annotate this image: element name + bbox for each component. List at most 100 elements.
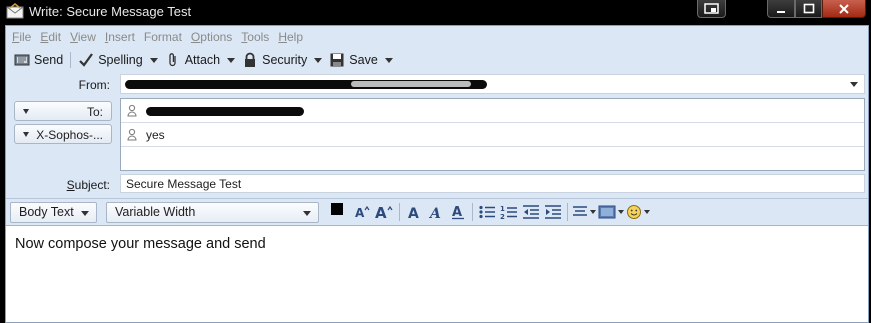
- indent-button[interactable]: [543, 201, 563, 223]
- save-icon: [330, 53, 344, 67]
- menu-insert[interactable]: Insert: [105, 30, 135, 44]
- person-icon: [127, 128, 137, 141]
- bold-icon: A: [408, 206, 419, 220]
- numbered-list-button[interactable]: 1 2: [499, 201, 519, 223]
- menu-format[interactable]: Format: [144, 30, 182, 44]
- redacted-sender-detail: [351, 81, 471, 87]
- extra-window-button[interactable]: [697, 0, 726, 18]
- compose-window: File Edit View Insert Format Options Too…: [5, 25, 869, 323]
- svg-text:2: 2: [500, 213, 505, 220]
- bullet-list-button[interactable]: [477, 201, 497, 223]
- compose-window-icon: [6, 3, 24, 19]
- redacted-recipient: [146, 107, 304, 116]
- recipient-row-empty[interactable]: [121, 147, 864, 171]
- text-color-button[interactable]: [329, 201, 351, 223]
- close-button[interactable]: [822, 0, 866, 18]
- chevron-down-icon: [384, 57, 393, 63]
- compose-toolbar: Send Spelling Attach Security Save: [6, 48, 868, 72]
- larger-text-button[interactable]: A: [375, 201, 395, 223]
- security-dropdown[interactable]: [311, 49, 325, 71]
- toolbar-separator: [70, 52, 72, 68]
- svg-text:A: A: [428, 206, 441, 220]
- svg-text:A: A: [408, 206, 419, 220]
- svg-text:A: A: [355, 206, 365, 220]
- recipient-row-custom[interactable]: yes: [121, 123, 864, 147]
- minimize-button[interactable]: [767, 0, 795, 18]
- svg-text:1: 1: [500, 205, 505, 213]
- smaller-text-button[interactable]: A: [353, 201, 373, 223]
- from-label: From:: [78, 78, 110, 92]
- svg-text:A: A: [452, 205, 462, 220]
- title-bar: Write: Secure Message Test: [0, 0, 871, 25]
- format-separator: [472, 203, 473, 221]
- underline-button[interactable]: A: [448, 201, 468, 223]
- chevron-down-icon: [23, 108, 29, 114]
- paperclip-icon: [169, 53, 176, 67]
- security-button[interactable]: Security: [238, 49, 311, 71]
- font-select[interactable]: Variable Width: [106, 201, 319, 223]
- format-toolbar: Body Text Variable Width A A A A A 1 2: [6, 198, 868, 225]
- person-icon: [127, 104, 137, 117]
- text-color-swatch: [331, 203, 343, 215]
- custom-header-type-select[interactable]: X-Sophos-...: [14, 124, 112, 144]
- lock-icon: [245, 52, 256, 67]
- outdent-icon: [523, 205, 539, 219]
- subject-label: Subject:: [66, 178, 110, 192]
- menu-tools[interactable]: Tools: [241, 30, 269, 44]
- chevron-down-icon: [644, 210, 650, 214]
- menu-file[interactable]: File: [12, 30, 31, 44]
- attach-button[interactable]: Attach: [161, 49, 224, 71]
- indent-icon: [545, 205, 561, 219]
- custom-header-value: yes: [146, 128, 165, 142]
- align-icon: [573, 206, 587, 216]
- underline-icon: A: [452, 205, 464, 220]
- outdent-button[interactable]: [521, 201, 541, 223]
- italic-button[interactable]: A: [426, 201, 446, 223]
- checkmark-icon: [79, 53, 94, 67]
- chevron-down-icon: [227, 57, 236, 63]
- attach-dropdown[interactable]: [224, 49, 238, 71]
- to-type-select[interactable]: To:: [14, 101, 112, 121]
- close-icon: [839, 4, 849, 14]
- save-dropdown[interactable]: [382, 49, 396, 71]
- message-body-text: Now compose your message and send: [15, 236, 266, 252]
- font-larger-icon: A: [375, 204, 393, 220]
- maximize-button[interactable]: [795, 0, 822, 18]
- recipient-list: yes: [120, 98, 865, 171]
- message-body-editor[interactable]: Now compose your message and send: [6, 225, 868, 322]
- send-button[interactable]: Send: [10, 49, 67, 71]
- chevron-down-icon: [618, 210, 624, 214]
- bold-button[interactable]: A: [404, 201, 424, 223]
- bullet-list-icon: [479, 205, 495, 219]
- recipient-row-to[interactable]: [121, 99, 864, 123]
- menu-edit[interactable]: Edit: [40, 30, 61, 44]
- image-icon: [598, 205, 616, 219]
- spelling-button[interactable]: Spelling: [74, 49, 146, 71]
- numbered-list-icon: 1 2: [500, 205, 517, 220]
- save-button[interactable]: Save: [325, 49, 382, 71]
- chevron-down-icon: [81, 210, 89, 216]
- menu-help[interactable]: Help: [278, 30, 303, 44]
- insert-image-button[interactable]: [598, 201, 624, 223]
- paragraph-style-select[interactable]: Body Text: [10, 201, 97, 223]
- insert-smiley-button[interactable]: [626, 201, 650, 223]
- chevron-down-icon: [149, 57, 158, 63]
- chevron-down-icon: [23, 131, 29, 137]
- smiley-icon: [627, 205, 641, 219]
- maximize-icon: [803, 3, 814, 14]
- chevron-down-icon: [314, 57, 323, 63]
- format-separator: [399, 203, 400, 221]
- chevron-down-icon: [850, 82, 858, 87]
- minimize-icon: [777, 11, 785, 13]
- format-separator: [567, 203, 568, 221]
- menu-options[interactable]: Options: [191, 30, 232, 44]
- chevron-down-icon: [303, 210, 311, 216]
- menu-view[interactable]: View: [70, 30, 96, 44]
- chevron-down-icon: [590, 210, 596, 214]
- from-select[interactable]: [120, 74, 865, 94]
- align-button[interactable]: [572, 201, 596, 223]
- subject-field[interactable]: Secure Message Test: [120, 174, 865, 193]
- window-restore-icon: [703, 3, 719, 14]
- window-title: Write: Secure Message Test: [29, 4, 192, 19]
- spelling-dropdown[interactable]: [147, 49, 161, 71]
